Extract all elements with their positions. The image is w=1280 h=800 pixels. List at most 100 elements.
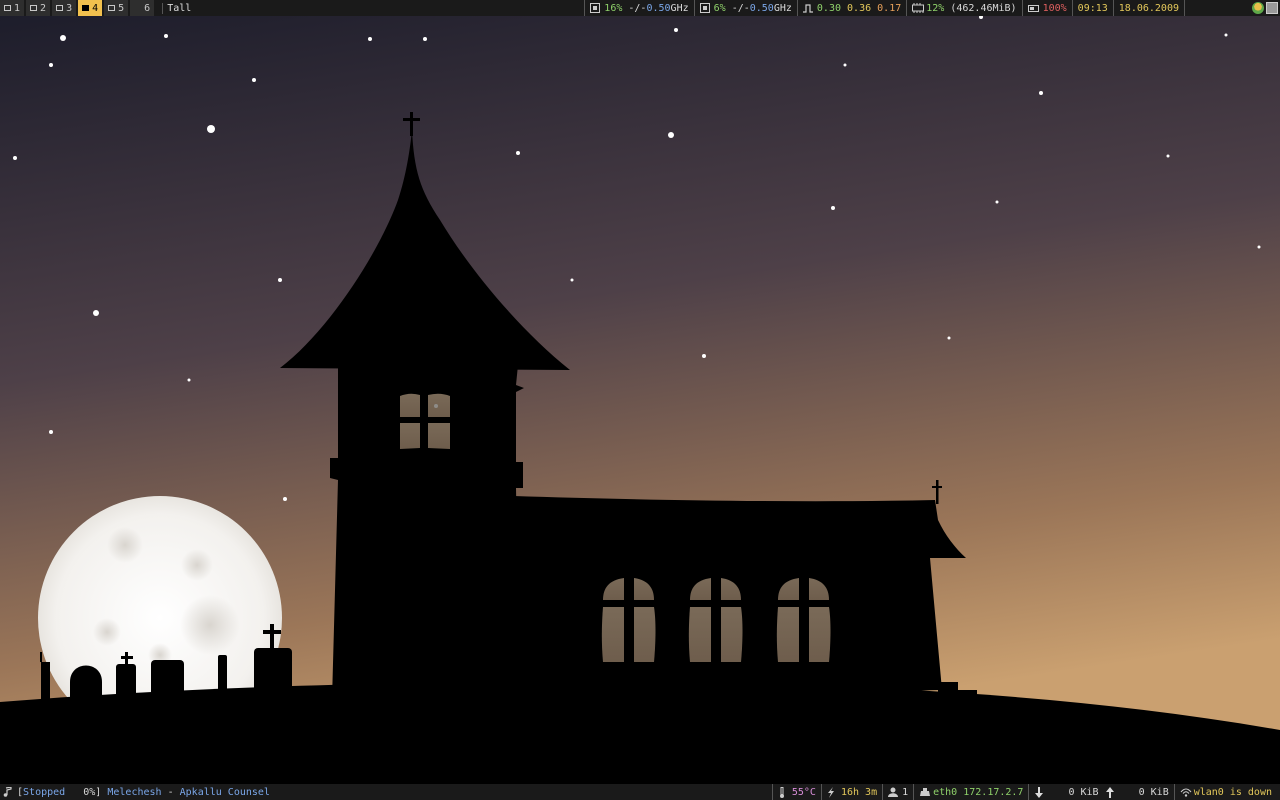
separator	[693, 0, 695, 16]
star	[283, 497, 287, 501]
star	[423, 37, 427, 41]
download-rate: 0 KiB	[1068, 786, 1099, 798]
separator	[913, 784, 915, 800]
load-15min: 0.17	[877, 2, 902, 14]
separator	[906, 0, 908, 16]
workspace-2[interactable]: 2	[26, 0, 51, 16]
star	[674, 28, 678, 32]
mpd-artist: Melechesh	[107, 786, 162, 798]
separator	[1028, 784, 1030, 800]
star	[995, 200, 999, 204]
arrow-down-icon	[1034, 787, 1044, 798]
star	[947, 336, 951, 340]
lightning-icon	[827, 787, 837, 798]
eth-ip: 172.17.2.7	[963, 786, 1024, 798]
mpd-percent: 0%	[83, 786, 96, 798]
eth-interface: eth0	[933, 786, 958, 798]
workspace-number: 6	[144, 2, 151, 14]
separator	[1071, 0, 1073, 16]
workspace-1[interactable]: 1	[0, 0, 25, 16]
separator	[1184, 0, 1185, 16]
tray-app-icon[interactable]	[1252, 2, 1264, 14]
system-tray	[1252, 0, 1280, 16]
workspace-4[interactable]: 4	[78, 0, 103, 16]
bottom-status-bar: [ Stopped 0% ] Melechesh - Apkallu Couns…	[0, 784, 1280, 800]
star	[668, 132, 674, 138]
star	[278, 278, 282, 282]
memory-icon	[912, 3, 925, 13]
separator	[796, 0, 798, 16]
separator	[1173, 784, 1175, 800]
user-count: 1	[902, 786, 909, 798]
star	[93, 310, 99, 316]
cpu1-freq: 0.50	[646, 2, 671, 14]
battery-percent: 100%	[1042, 2, 1067, 14]
window-icon	[82, 5, 90, 11]
star	[49, 63, 53, 67]
wlan-status: wlan0 is down	[1193, 786, 1272, 798]
separator	[882, 784, 884, 800]
star	[516, 151, 520, 155]
cpu2-percent: 6%	[713, 2, 726, 14]
separator	[820, 784, 822, 800]
cpu2-unit: GHz	[773, 2, 792, 14]
star	[1039, 91, 1043, 95]
cpu1-sep: -/-	[628, 2, 647, 14]
star	[368, 37, 372, 41]
window-icon	[4, 5, 11, 11]
memory-used: (462.46MiB)	[950, 2, 1017, 14]
arrow-up-icon	[1105, 787, 1115, 798]
star	[13, 156, 17, 160]
upload-rate: 0 KiB	[1138, 786, 1169, 798]
workspace-3[interactable]: 3	[52, 0, 77, 16]
mpd-dash: -	[167, 786, 174, 798]
window-icon	[108, 5, 116, 11]
mpd-status[interactable]: Stopped	[23, 787, 65, 798]
tray-window-icon[interactable]	[1266, 2, 1278, 14]
top-status-bar: 123456 Tall 16% -/- 0.50 GHz 6% -/- 0.50 G…	[0, 0, 1280, 16]
star	[207, 125, 215, 133]
separator	[1021, 0, 1023, 16]
load-icon	[802, 3, 813, 13]
chip-icon	[590, 3, 601, 13]
star	[252, 78, 256, 82]
wifi-icon	[1180, 787, 1192, 797]
workspace-number: 3	[66, 2, 73, 14]
layout-indicator[interactable]: Tall	[162, 2, 191, 14]
workspace-number: 4	[92, 2, 99, 14]
star	[49, 430, 53, 434]
star	[187, 378, 191, 382]
star	[1166, 154, 1170, 158]
star	[1224, 33, 1228, 37]
battery-icon	[1027, 4, 1039, 12]
cpu1-percent: 16%	[604, 2, 623, 14]
window-icon	[56, 5, 64, 11]
separator	[771, 784, 773, 800]
star	[843, 63, 847, 67]
thermometer-icon	[778, 787, 788, 798]
separator	[1112, 0, 1114, 16]
workspace-number: 5	[118, 2, 125, 14]
workspace-5[interactable]: 5	[104, 0, 129, 16]
separator	[584, 0, 586, 16]
clock-date: 18.06.2009	[1118, 2, 1179, 14]
mpd-bracket-close: ]	[95, 786, 102, 798]
star	[164, 34, 168, 38]
temperature: 55°C	[791, 786, 816, 798]
user-icon	[888, 787, 899, 797]
workspace-6[interactable]: 6	[130, 0, 155, 16]
uptime: 16h 3m	[840, 786, 878, 798]
workspace-number: 2	[40, 2, 47, 14]
network-icon	[919, 787, 931, 797]
mpd-track: Apkallu Counsel	[179, 786, 270, 798]
workspace-list: 1 2 3 4 5 6	[0, 0, 156, 16]
star	[570, 278, 574, 282]
star	[60, 35, 66, 41]
memory-percent: 12%	[926, 2, 945, 14]
desktop-wallpaper	[0, 16, 1280, 784]
star	[831, 206, 835, 210]
cpu2-sep: -/-	[731, 2, 750, 14]
clock-time: 09:13	[1077, 2, 1108, 14]
load-5min: 0.36	[847, 2, 872, 14]
workspace-number: 1	[14, 2, 21, 14]
